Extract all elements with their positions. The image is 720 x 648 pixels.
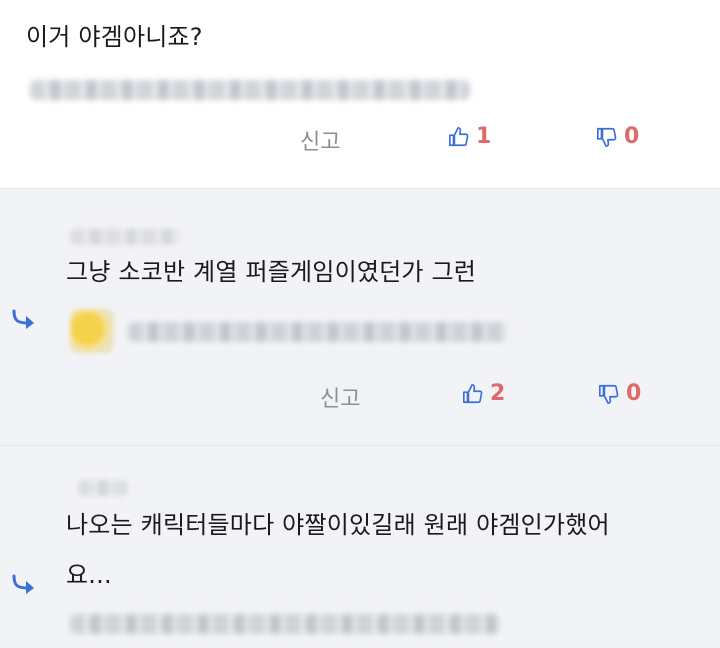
comment-1: 이거 야겜아니죠? 신고 1 0 (0, 0, 720, 189)
blurred-meta (70, 614, 500, 634)
blurred-meta (128, 322, 508, 342)
like-button[interactable]: 2 (462, 381, 505, 406)
comment-text-line-1: 나오는 캐릭터들마다 야짤이있길래 원래 야겜인가했어 (66, 511, 610, 539)
report-button[interactable]: 신고 (320, 381, 360, 413)
dislike-button[interactable]: 0 (598, 381, 641, 406)
report-label: 신고 (300, 130, 341, 155)
dislike-count: 0 (626, 381, 642, 406)
thumbs-down-icon (597, 127, 617, 147)
dislike-button[interactable]: 0 (596, 124, 639, 149)
report-button[interactable]: 신고 (300, 124, 340, 156)
reply-arrow-icon (12, 309, 34, 329)
comment-3: 나오는 캐릭터들마다 야짤이있길래 원래 야겜인가했어 요... (0, 446, 720, 648)
blurred-username (70, 229, 180, 245)
comment-text: 그냥 소코반 계열 퍼즐게임이였던가 그런 (66, 258, 477, 286)
dislike-count: 0 (624, 124, 640, 149)
comment-text-line-2: 요... (66, 561, 112, 589)
blurred-meta (30, 80, 470, 100)
reply-arrow-icon (12, 574, 34, 594)
report-label: 신고 (320, 387, 361, 412)
comment-text: 이거 야겜아니죠? (26, 23, 203, 51)
like-button[interactable]: 1 (448, 124, 491, 149)
thumbs-up-icon (449, 126, 469, 146)
thumbs-down-icon (599, 384, 619, 404)
blurred-username (78, 480, 128, 496)
like-count: 1 (476, 124, 492, 149)
thumbs-up-icon (463, 383, 483, 403)
like-count: 2 (490, 381, 506, 406)
avatar (70, 309, 114, 353)
comment-2: 그냥 소코반 계열 퍼즐게임이였던가 그런 신고 2 0 (0, 189, 720, 446)
